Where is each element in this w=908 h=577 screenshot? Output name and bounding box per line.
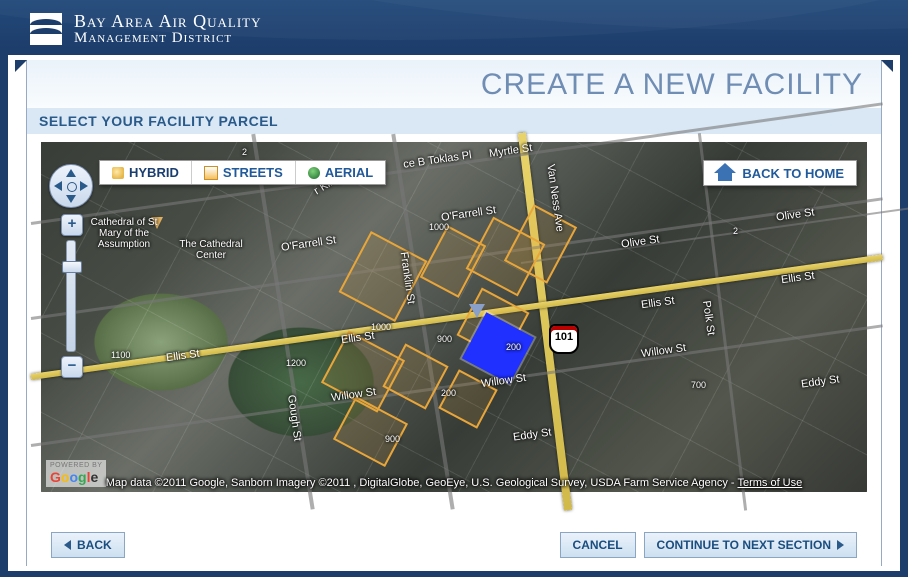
pan-down-icon[interactable] bbox=[66, 195, 76, 203]
pan-up-icon[interactable] bbox=[66, 169, 76, 177]
addr-num: 700 bbox=[691, 380, 706, 390]
home-icon bbox=[716, 165, 734, 181]
addr-num: 2 bbox=[242, 147, 247, 157]
org-header: Bay Area Air Quality Management District bbox=[30, 12, 261, 47]
pan-right-icon[interactable] bbox=[80, 181, 88, 191]
highway-shield-101: 101 bbox=[549, 324, 579, 354]
addr-num: 200 bbox=[506, 342, 521, 352]
zoom-track[interactable] bbox=[66, 240, 76, 352]
pan-center-icon[interactable] bbox=[67, 182, 77, 192]
roads bbox=[41, 142, 867, 492]
org-logo-icon bbox=[30, 13, 62, 45]
continue-button[interactable]: CONTINUE TO NEXT SECTION bbox=[644, 532, 857, 558]
org-line2: Management District bbox=[74, 31, 261, 47]
corner-decoration bbox=[881, 60, 893, 72]
corner-decoration bbox=[15, 60, 27, 72]
addr-num: 1200 bbox=[286, 358, 306, 368]
addr-num: 1100 bbox=[111, 350, 130, 360]
map-marker-icon bbox=[469, 304, 485, 318]
map-nav-pad: + − bbox=[49, 164, 93, 378]
pan-left-icon[interactable] bbox=[54, 181, 62, 191]
cancel-button[interactable]: CANCEL bbox=[560, 532, 636, 558]
addr-num: 2 bbox=[733, 226, 738, 236]
zoom-control: + − bbox=[61, 214, 81, 378]
org-name: Bay Area Air Quality Management District bbox=[74, 12, 261, 47]
page-title: CREATE A NEW FACILITY bbox=[27, 60, 881, 106]
road-van-ness bbox=[518, 132, 572, 510]
layer-hybrid-button[interactable]: HYBRID bbox=[100, 161, 192, 184]
hybrid-icon bbox=[112, 167, 124, 179]
poi-label: Cathedral of St Mary of the Assumption bbox=[89, 217, 159, 250]
map-attribution: Map data ©2011 Google, Sanborn Imagery ©… bbox=[41, 477, 867, 489]
pan-control[interactable] bbox=[49, 164, 93, 208]
caret-left-icon bbox=[64, 540, 71, 550]
layer-aerial-button[interactable]: AERIAL bbox=[296, 161, 385, 184]
addr-num: 1000 bbox=[429, 222, 449, 232]
addr-num: 200 bbox=[441, 388, 456, 398]
terms-link[interactable]: Terms of Use bbox=[737, 477, 802, 489]
zoom-out-button[interactable]: − bbox=[61, 356, 83, 378]
caret-right-icon bbox=[837, 540, 844, 550]
content-panel: CREATE A NEW FACILITY SELECT YOUR FACILI… bbox=[8, 55, 900, 571]
powered-by: POWERED BY bbox=[50, 462, 102, 469]
map[interactable]: 101 O'Farrell St O'Farrell St Ellis St E… bbox=[41, 142, 867, 492]
addr-num: 900 bbox=[385, 434, 400, 444]
poi-label: The Cathedral Center bbox=[176, 239, 246, 261]
org-line1: Bay Area Air Quality bbox=[74, 12, 261, 31]
addr-num: 1000 bbox=[371, 322, 391, 332]
layer-streets-button[interactable]: STREETS bbox=[192, 161, 296, 184]
content-inner: CREATE A NEW FACILITY SELECT YOUR FACILI… bbox=[26, 60, 882, 566]
back-to-home-button[interactable]: BACK TO HOME bbox=[703, 160, 857, 186]
app-frame: Bay Area Air Quality Management District… bbox=[0, 0, 908, 577]
back-button[interactable]: BACK bbox=[51, 532, 125, 558]
zoom-handle[interactable] bbox=[62, 261, 82, 273]
zoom-in-button[interactable]: + bbox=[61, 214, 83, 236]
wizard-footer: BACK CANCEL CONTINUE TO NEXT SECTION bbox=[27, 524, 881, 566]
aerial-icon bbox=[308, 167, 320, 179]
map-layer-toolbar: HYBRID STREETS AERIAL bbox=[99, 160, 386, 185]
streets-icon bbox=[204, 166, 218, 180]
addr-num: 900 bbox=[437, 334, 452, 344]
